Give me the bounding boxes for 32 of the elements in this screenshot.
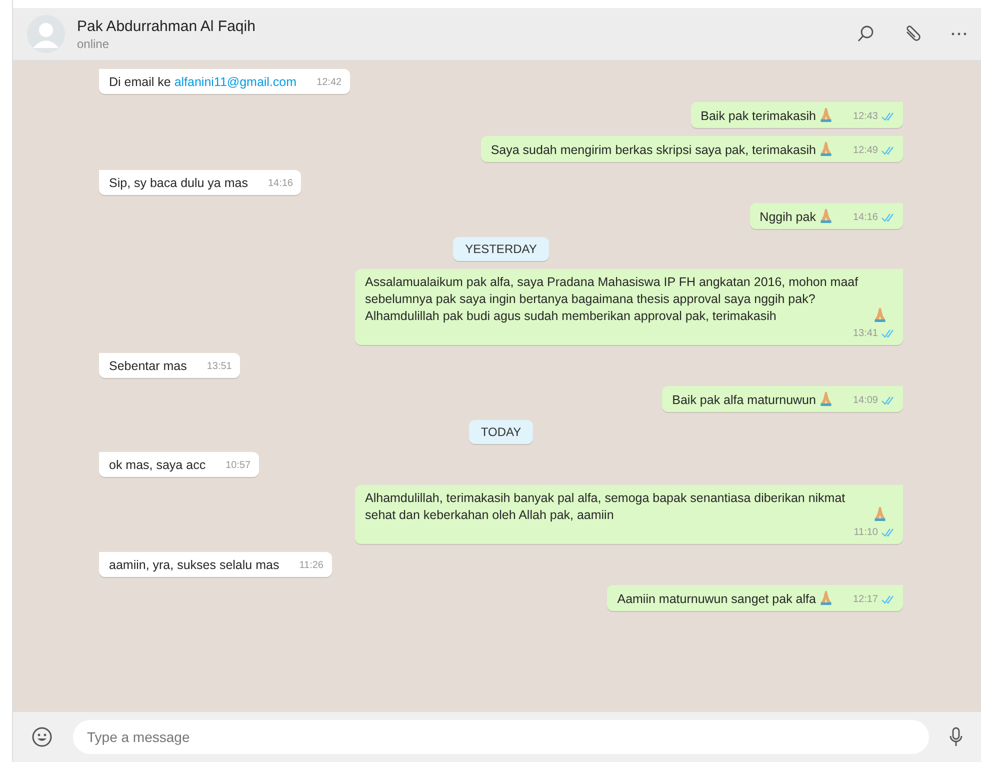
- contact-status: online: [77, 36, 110, 50]
- message-time: 12:42: [316, 76, 342, 90]
- smiley-icon: [31, 726, 53, 748]
- message-text: ok mas, saya acc: [109, 457, 206, 474]
- message-time: 13:51: [206, 360, 232, 374]
- message-time: 12:17: [852, 593, 878, 607]
- more-icon: [951, 32, 967, 36]
- message-text: Di email ke alfanini11@gmail.com: [109, 74, 297, 91]
- message-text: Assalamualaikum pak alfa, saya Pradana Mahasiswa IP FH angkatan 2016, mohon maaf sebelumnya pak saya ingin bertanya bagaimana thesis approval saya nggih pak? Alhamdulillah pak budi agus sudah memberikan approval pak, terimakasih: [365, 274, 860, 325]
- message-time: 14:16: [852, 211, 878, 225]
- message-text: Alhamdulillah, terimakasih banyak pal alfa, semoga bapak senantiasa diberikan nikmat sehat dan keberkahan oleh Allah pak, aamiin: [365, 490, 846, 524]
- message-time: 10:57: [226, 459, 251, 473]
- message-text: Baik pak alfa maturnuwun: [672, 392, 816, 409]
- message-text: Saya sudah mengirim berkas skripsi saya pak, terimakasih: [490, 142, 816, 159]
- message-text: Nggih pak: [760, 209, 816, 226]
- message-time: 11:26: [299, 559, 324, 573]
- message-text: Baik pak terimakasih: [700, 108, 816, 125]
- message-time: 14:16: [268, 177, 293, 191]
- message-text: Sip, sy baca dulu ya mas: [109, 175, 248, 192]
- message-input[interactable]: Type a message: [73, 720, 929, 754]
- message-time: 12:49: [852, 144, 878, 158]
- message-time: 12:43: [852, 110, 878, 124]
- microphone-icon: [949, 726, 963, 748]
- email-link[interactable]: alfanini11@gmail.com: [174, 75, 297, 89]
- message-time: 14:09: [852, 394, 878, 408]
- contact-name: Pak Abdurrahman Al Faqih: [77, 18, 256, 34]
- message-text: aamiin, yra, sukses selalu mas: [109, 557, 280, 574]
- message-text: Aamiin maturnuwun sanget pak alfa: [617, 591, 816, 608]
- message-time: 13:41: [852, 327, 878, 341]
- message-text: Sebentar mas: [109, 358, 187, 375]
- search-icon: [857, 25, 875, 43]
- message-time: 11:10: [854, 526, 878, 540]
